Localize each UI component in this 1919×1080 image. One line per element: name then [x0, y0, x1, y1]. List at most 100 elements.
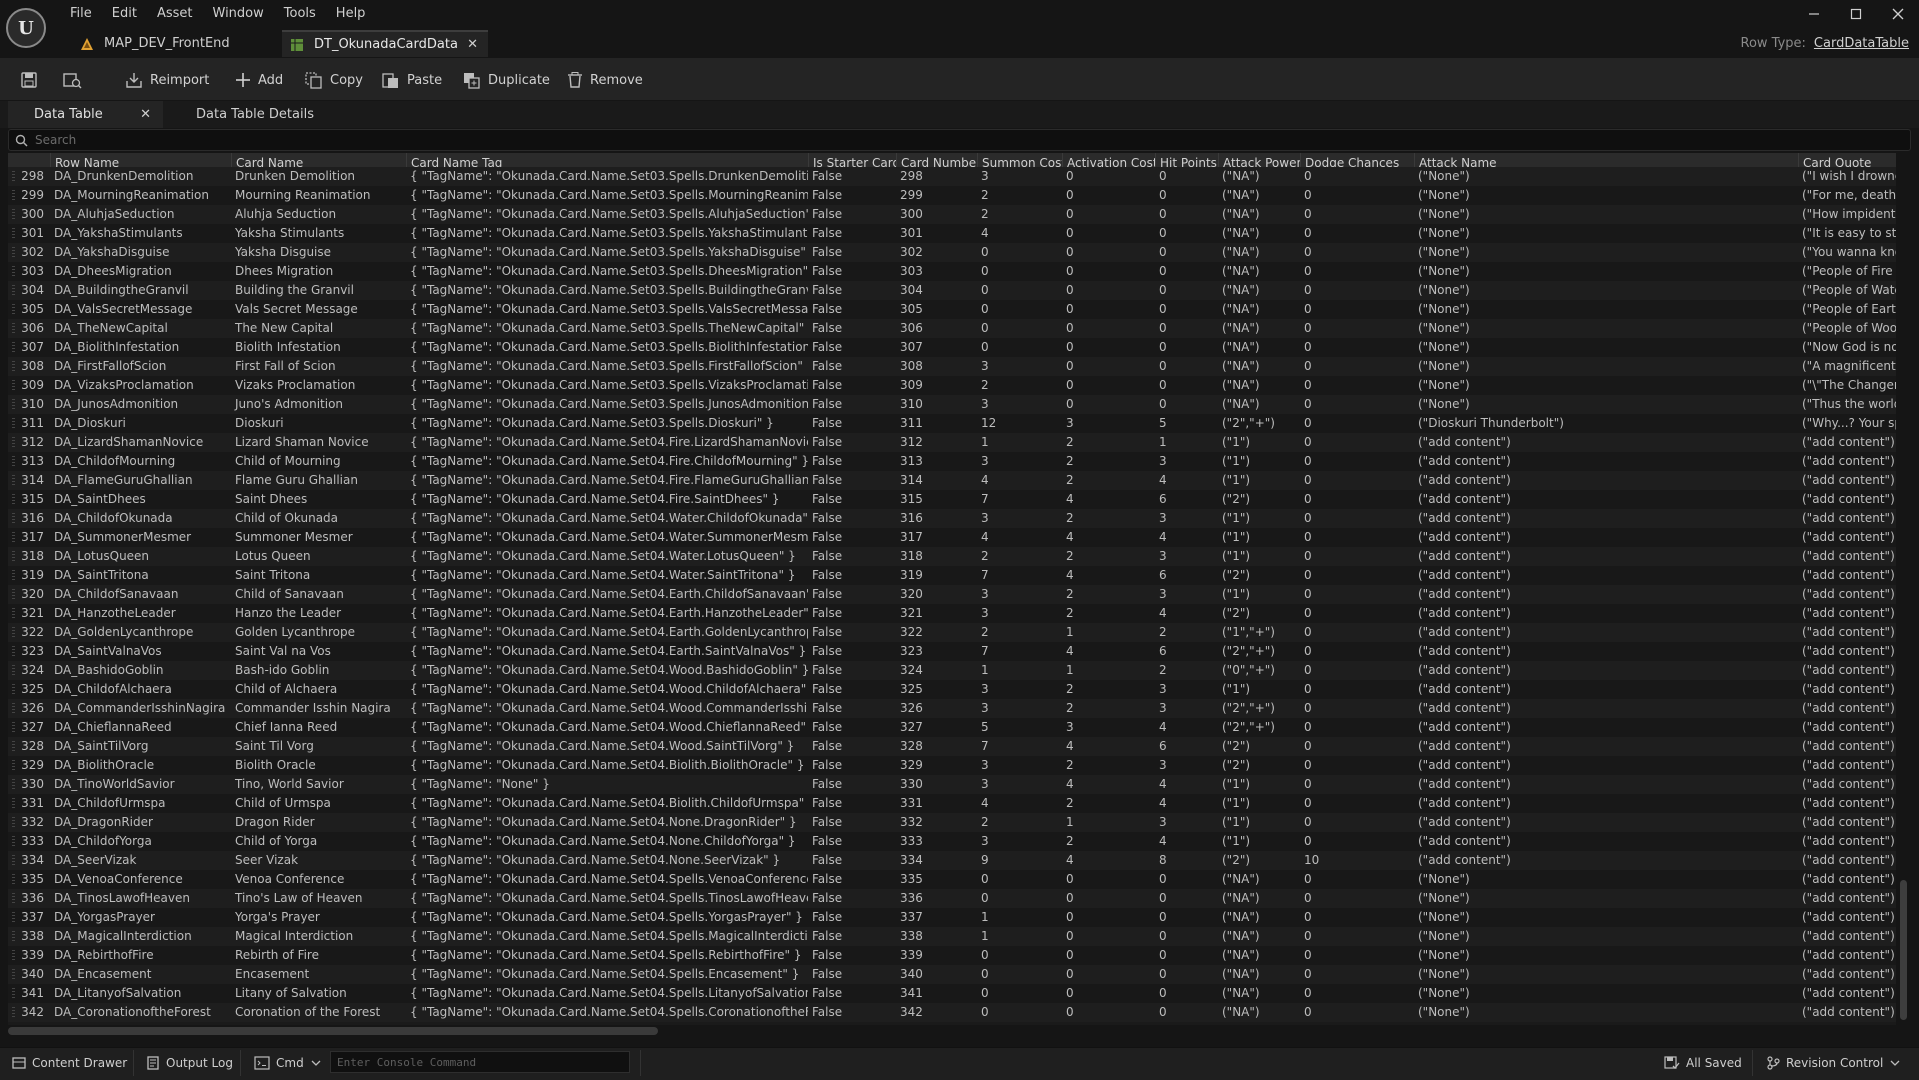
drag-handle-icon[interactable] — [12, 228, 15, 239]
menu-window[interactable]: Window — [203, 0, 274, 28]
table-row[interactable]: 328 DA_SaintTilVorg Saint Til Vorg { "TagNa… — [8, 737, 1896, 756]
table-row[interactable]: 332 DA_DragonRider Dragon Rider { "TagName"… — [8, 813, 1896, 832]
table-row[interactable]: 310 DA_JunosAdmonition Juno's Admonition { … — [8, 395, 1896, 414]
table-row[interactable]: 336 DA_TinosLawofHeaven Tino's Law of Heav… — [8, 889, 1896, 908]
table-row[interactable]: 298 DA_DrunkenDemolition Drunken Demolitio… — [8, 167, 1896, 186]
table-row[interactable]: 340 DA_Encasement Encasement { "TagName": "… — [8, 965, 1896, 984]
table-row[interactable]: 308 DA_FirstFallofScion First Fall of Scio… — [8, 357, 1896, 376]
drag-handle-icon[interactable] — [12, 399, 15, 410]
copy-button[interactable]: Copy — [304, 69, 363, 91]
table-row[interactable]: 301 DA_YakshaStimulants Yaksha Stimulants {… — [8, 224, 1896, 243]
drag-handle-icon[interactable] — [12, 988, 15, 999]
drag-handle-icon[interactable] — [12, 836, 15, 847]
drag-handle-icon[interactable] — [12, 171, 15, 182]
drag-handle-icon[interactable] — [12, 779, 15, 790]
drag-handle-icon[interactable] — [12, 684, 15, 695]
table-row[interactable]: 307 DA_BiolithInfestation Biolith Infestat… — [8, 338, 1896, 357]
drag-handle-icon[interactable] — [12, 418, 15, 429]
table-row[interactable]: 317 DA_SummonerMesmer Summoner Mesmer { "Ta… — [8, 528, 1896, 547]
drag-handle-icon[interactable] — [12, 817, 15, 828]
table-row[interactable]: 315 DA_SaintDhees Saint Dhees { "TagName": … — [8, 490, 1896, 509]
drag-handle-icon[interactable] — [12, 950, 15, 961]
table-row[interactable]: 300 DA_AluhjaSeduction Aluhja Seduction { "… — [8, 205, 1896, 224]
save-button[interactable] — [20, 69, 44, 91]
menu-tools[interactable]: Tools — [274, 0, 326, 28]
drag-handle-icon[interactable] — [12, 323, 15, 334]
drag-handle-icon[interactable] — [12, 665, 15, 676]
drag-handle-icon[interactable] — [12, 608, 15, 619]
maximize-button[interactable] — [1835, 0, 1877, 28]
remove-button[interactable]: Remove — [566, 69, 643, 91]
drag-handle-icon[interactable] — [12, 969, 15, 980]
table-row[interactable]: 342 DA_CoronationoftheForest Coronation of… — [8, 1003, 1896, 1022]
drag-handle-icon[interactable] — [12, 646, 15, 657]
drag-handle-icon[interactable] — [12, 190, 15, 201]
table-row[interactable]: 314 DA_FlameGuruGhallian Flame Guru Ghalli… — [8, 471, 1896, 490]
table-row[interactable]: 309 DA_VizaksProclamation Vizaks Proclamat… — [8, 376, 1896, 395]
drag-handle-icon[interactable] — [12, 1007, 15, 1018]
tab-dt-okunada-card-data[interactable]: DT_OkunadaCardData ✕ — [282, 30, 488, 57]
tab-map-dev-frontend[interactable]: MAP_DEV_FrontEnd — [72, 30, 282, 57]
drag-handle-icon[interactable] — [12, 513, 15, 524]
drag-handle-icon[interactable] — [12, 380, 15, 391]
row-type-link[interactable]: CardDataTable — [1814, 36, 1909, 51]
table-row[interactable]: 333 DA_ChildofYorga Child of Yorga { "TagNa… — [8, 832, 1896, 851]
table-row[interactable]: 313 DA_ChildofMourning Child of Mourning { … — [8, 452, 1896, 471]
drag-handle-icon[interactable] — [12, 304, 15, 315]
drag-handle-icon[interactable] — [12, 722, 15, 733]
table-row[interactable]: 338 DA_MagicalInterdiction Magical Interdi… — [8, 927, 1896, 946]
drag-handle-icon[interactable] — [12, 551, 15, 562]
drag-handle-icon[interactable] — [12, 570, 15, 581]
table-row[interactable]: 323 DA_SaintValnaVos Saint Val na Vos { "Ta… — [8, 642, 1896, 661]
menu-edit[interactable]: Edit — [102, 0, 147, 28]
drag-handle-icon[interactable] — [12, 532, 15, 543]
table-row[interactable]: 321 DA_HanzotheLeader Hanzo the Leader { "T… — [8, 604, 1896, 623]
drag-handle-icon[interactable] — [12, 760, 15, 771]
drag-handle-icon[interactable] — [12, 342, 15, 353]
cmd-dropdown[interactable]: Cmd — [254, 1052, 322, 1074]
table-row[interactable]: 311 DA_Dioskuri Dioskuri { "TagName": "Okun… — [8, 414, 1896, 433]
close-icon[interactable]: ✕ — [140, 107, 151, 122]
table-row[interactable]: 339 DA_RebirthofFire Rebirth of Fire { "Tag… — [8, 946, 1896, 965]
table-row[interactable]: 337 DA_YorgasPrayer Yorga's Prayer { "TagNa… — [8, 908, 1896, 927]
table-row[interactable]: 303 DA_DheesMigration Dhees Migration { "Ta… — [8, 262, 1896, 281]
drag-handle-icon[interactable] — [12, 456, 15, 467]
table-row[interactable]: 327 DA_ChieflannaReed Chief Ianna Reed { "T… — [8, 718, 1896, 737]
minimize-button[interactable] — [1793, 0, 1835, 28]
drag-handle-icon[interactable] — [12, 874, 15, 885]
drag-handle-icon[interactable] — [12, 741, 15, 752]
reimport-button[interactable]: Reimport — [124, 69, 209, 91]
browse-button[interactable] — [62, 69, 88, 91]
drag-handle-icon[interactable] — [12, 475, 15, 486]
tab-data-table-details[interactable]: Data Table Details — [196, 101, 314, 128]
menu-asset[interactable]: Asset — [147, 0, 203, 28]
table-row[interactable]: 299 DA_MourningReanimation Mourning Reanim… — [8, 186, 1896, 205]
table-row[interactable]: 326 DA_CommanderIsshinNagira Commander Iss… — [8, 699, 1896, 718]
add-button[interactable]: Add — [234, 69, 283, 91]
output-log-button[interactable]: Output Log — [146, 1052, 233, 1074]
table-row[interactable]: 312 DA_LizardShamanNovice Lizard Shaman No… — [8, 433, 1896, 452]
search-input[interactable] — [35, 130, 1895, 150]
vertical-scrollbar[interactable] — [1900, 880, 1907, 1020]
drag-handle-icon[interactable] — [12, 627, 15, 638]
close-window-button[interactable] — [1877, 0, 1919, 28]
drag-handle-icon[interactable] — [12, 247, 15, 258]
table-row[interactable]: 334 DA_SeerVizak Seer Vizak { "TagName": "O… — [8, 851, 1896, 870]
table-row[interactable]: 322 DA_GoldenLycanthrope Golden Lycanthrop… — [8, 623, 1896, 642]
paste-button[interactable]: Paste — [381, 69, 442, 91]
table-row[interactable]: 318 DA_LotusQueen Lotus Queen { "TagName": … — [8, 547, 1896, 566]
drag-handle-icon[interactable] — [12, 494, 15, 505]
horizontal-scrollbar[interactable] — [8, 1027, 658, 1035]
table-row[interactable]: 302 DA_YakshaDisguise Yaksha Disguise { "Ta… — [8, 243, 1896, 262]
menu-file[interactable]: File — [60, 0, 102, 28]
drag-handle-icon[interactable] — [12, 266, 15, 277]
table-row[interactable]: 329 DA_BiolithOracle Biolith Oracle { "TagN… — [8, 756, 1896, 775]
drag-handle-icon[interactable] — [12, 285, 15, 296]
table-row[interactable]: 331 DA_ChildofUrmspa Child of Urmspa { "Tag… — [8, 794, 1896, 813]
table-row[interactable]: 324 DA_BashidoGoblin Bash-ido Goblin { "Tag… — [8, 661, 1896, 680]
table-row[interactable]: 306 DA_TheNewCapital The New Capital { "Tag… — [8, 319, 1896, 338]
tab-data-table[interactable]: Data Table ✕ — [8, 101, 163, 128]
drag-handle-icon[interactable] — [12, 437, 15, 448]
console-command-input[interactable] — [330, 1051, 630, 1073]
drag-handle-icon[interactable] — [12, 855, 15, 866]
